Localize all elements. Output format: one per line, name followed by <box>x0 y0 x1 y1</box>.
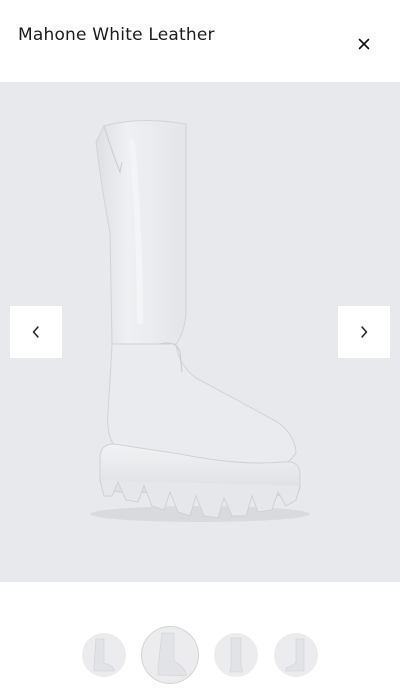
modal-header: Mahone White Leather <box>0 0 400 82</box>
boot-thumbnail-image <box>157 632 187 677</box>
product-title: Mahone White Leather <box>18 25 215 45</box>
close-button[interactable] <box>354 34 374 54</box>
thumbnail-1[interactable] <box>82 633 126 677</box>
close-icon <box>358 38 370 50</box>
thumbnail-4[interactable] <box>274 633 318 677</box>
thumbnail-3[interactable] <box>214 633 258 677</box>
chevron-right-icon <box>361 326 368 338</box>
previous-image-button[interactable] <box>10 306 62 358</box>
boot-thumbnail-image <box>285 638 305 672</box>
boot-thumbnail-image <box>229 637 243 673</box>
thumbnail-strip <box>0 620 400 690</box>
product-image-viewer[interactable] <box>0 82 400 582</box>
next-image-button[interactable] <box>338 306 390 358</box>
chevron-left-icon <box>32 326 39 338</box>
thumbnail-2[interactable] <box>142 627 198 683</box>
boot-thumbnail-image <box>93 638 115 672</box>
